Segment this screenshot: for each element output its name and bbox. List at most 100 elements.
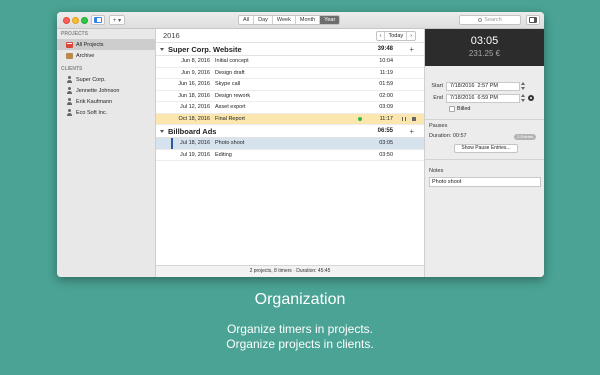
- timer-row[interactable]: Jun 8, 2016 Initial concept 10:04: [156, 56, 424, 68]
- billed-row[interactable]: Billed: [425, 104, 544, 114]
- timer-row-selected[interactable]: Jul 18, 2016 Photo shoot 03:05: [156, 138, 424, 150]
- timer-description: Photo shoot: [215, 140, 245, 147]
- timer-date: Jun 9, 2016: [181, 69, 210, 76]
- date-nav: ‹ Today ›: [375, 31, 416, 41]
- timer-row[interactable]: Jul 12, 2016 Asset export 03:09: [156, 102, 424, 114]
- start-label: Start: [431, 83, 443, 89]
- timer-description: Initial concept: [215, 58, 249, 65]
- tab-all[interactable]: All: [239, 16, 255, 24]
- timer-row[interactable]: Jun 9, 2016 Design draft 11:19: [156, 68, 424, 79]
- divider: [425, 159, 544, 160]
- sidebar-item-archive[interactable]: Archive: [57, 50, 155, 61]
- caption-line: Organize timers in projects.: [226, 322, 374, 336]
- add-menu-button[interactable]: + ▾: [109, 15, 125, 25]
- zoom-window-button[interactable]: [81, 17, 88, 24]
- timer-duration: 10:04: [379, 58, 393, 65]
- timer-description: Editing: [215, 151, 232, 158]
- timer-date: Oct 18, 2016: [178, 115, 211, 122]
- sidebar-toggle-button[interactable]: [91, 15, 105, 25]
- end-row: End 7/18/2016 6:59 PM: [425, 93, 544, 103]
- timer-row[interactable]: Jun 16, 2016 Skype call 01:59: [156, 79, 424, 91]
- person-icon: [66, 98, 73, 105]
- timer-row[interactable]: Jul 19, 2016 Editing 03:50: [156, 150, 424, 161]
- running-indicator-icon: [358, 116, 362, 121]
- tab-month[interactable]: Month: [296, 16, 321, 24]
- project-group[interactable]: Billboard Ads 06:55 +: [156, 125, 424, 138]
- stop-icon[interactable]: [412, 116, 416, 121]
- inspector-toggle-button[interactable]: [526, 15, 540, 25]
- sidebar-item-label: Erik Kaufmann: [76, 98, 113, 105]
- timer-row-running[interactable]: Oct 18, 2016 Final Report 11:17: [156, 113, 424, 125]
- timer-description: Design rework: [215, 92, 251, 99]
- close-window-button[interactable]: [63, 17, 70, 24]
- clients-header: CLIENTS: [61, 66, 83, 72]
- sidebar-item-client[interactable]: Jennette Johnson: [57, 85, 155, 96]
- pauses-label: Pauses: [429, 123, 448, 129]
- sidebar-item-client[interactable]: Super Corp.: [57, 74, 155, 85]
- timer-date: Jun 18, 2016: [178, 92, 210, 99]
- person-icon: [66, 76, 73, 83]
- minimize-window-button[interactable]: [72, 17, 79, 24]
- add-timer-button[interactable]: +: [409, 127, 414, 136]
- end-stepper[interactable]: [521, 94, 525, 102]
- project-duration: 39:48: [377, 46, 393, 52]
- start-datetime-field[interactable]: 7/18/2016 2:57 PM: [446, 81, 520, 91]
- tab-week[interactable]: Week: [273, 16, 296, 24]
- sidebar-item-label: All Projects: [76, 41, 104, 48]
- disclosure-triangle-icon[interactable]: [160, 47, 164, 51]
- timer-duration: 11:19: [379, 69, 393, 76]
- sidebar-item-client[interactable]: Erik Kaufmann: [57, 96, 155, 107]
- sidebar-item-label: Eco Soft Inc.: [76, 109, 108, 116]
- start-stepper[interactable]: [521, 82, 525, 90]
- project-name: Billboard Ads: [168, 126, 217, 136]
- sidebar-item-label: Archive: [76, 52, 95, 59]
- timer-duration: 02:00: [379, 92, 393, 99]
- set-current-time-icon[interactable]: [528, 95, 534, 101]
- disclosure-triangle-icon[interactable]: [160, 129, 164, 133]
- timer-description: Final Report: [215, 115, 245, 122]
- prev-button[interactable]: ‹: [377, 32, 386, 40]
- search-input[interactable]: Search: [459, 15, 521, 25]
- project-group[interactable]: Super Corp. Website 39:48 +: [156, 43, 424, 56]
- timer-total-time: 03:05: [470, 35, 499, 47]
- timer-description: Skype call: [215, 81, 241, 88]
- year-title: 2016: [163, 31, 180, 40]
- inspector-icon: [529, 17, 537, 23]
- sidebar-item-all-projects[interactable]: All Projects: [57, 39, 155, 50]
- show-pause-entries-button[interactable]: Show Pause Entries...: [454, 144, 518, 153]
- start-time: 2:57 PM: [477, 83, 499, 89]
- timer-date: Jun 8, 2016: [181, 58, 210, 65]
- timer-duration: 03:50: [379, 151, 393, 158]
- sidebar: PROJECTS All Projects Archive CLIENTS Su…: [57, 29, 156, 277]
- sidebar-item-client[interactable]: Eco Soft Inc.: [57, 107, 155, 118]
- range-tabs: All Day Week Month Year: [238, 15, 341, 25]
- timer-row[interactable]: Jun 18, 2016 Design rework 02:00: [156, 91, 424, 102]
- next-button[interactable]: ›: [407, 32, 415, 40]
- sidebar-icon: [94, 17, 102, 23]
- pause-icon[interactable]: [402, 116, 406, 121]
- person-icon: [66, 109, 73, 116]
- caption-title: Organization: [254, 291, 346, 308]
- start-date: 7/18/2016: [450, 83, 475, 89]
- timer-amount: 231.25 €: [468, 49, 501, 58]
- billed-checkbox[interactable]: [449, 106, 455, 112]
- inspector-panel: 03:05 231.25 € Start 7/18/2016 2:57 PM E…: [424, 29, 544, 277]
- selection-bar: [171, 138, 173, 149]
- today-button[interactable]: Today: [385, 32, 408, 40]
- timer-date: Jul 12, 2016: [180, 104, 210, 111]
- timer-description: Design draft: [215, 69, 245, 76]
- timer-duration: 11:17: [379, 115, 393, 122]
- add-timer-button[interactable]: +: [409, 45, 414, 54]
- archive-icon: [66, 52, 73, 59]
- tab-year[interactable]: Year: [320, 16, 340, 24]
- tab-day[interactable]: Day: [254, 16, 273, 24]
- end-datetime-field[interactable]: 7/18/2016 6:59 PM: [446, 93, 520, 103]
- projects-header: PROJECTS: [61, 31, 88, 37]
- timer-date: Jul 19, 2016: [180, 151, 210, 158]
- entries-badge: 2 Entries: [514, 134, 536, 140]
- timer-summary: 03:05 231.25 €: [425, 29, 544, 66]
- notes-label: Notes: [429, 168, 444, 174]
- project-duration: 06:55: [377, 128, 393, 134]
- notes-field[interactable]: Photo shoot: [429, 177, 541, 187]
- start-row: Start 7/18/2016 2:57 PM: [425, 81, 544, 91]
